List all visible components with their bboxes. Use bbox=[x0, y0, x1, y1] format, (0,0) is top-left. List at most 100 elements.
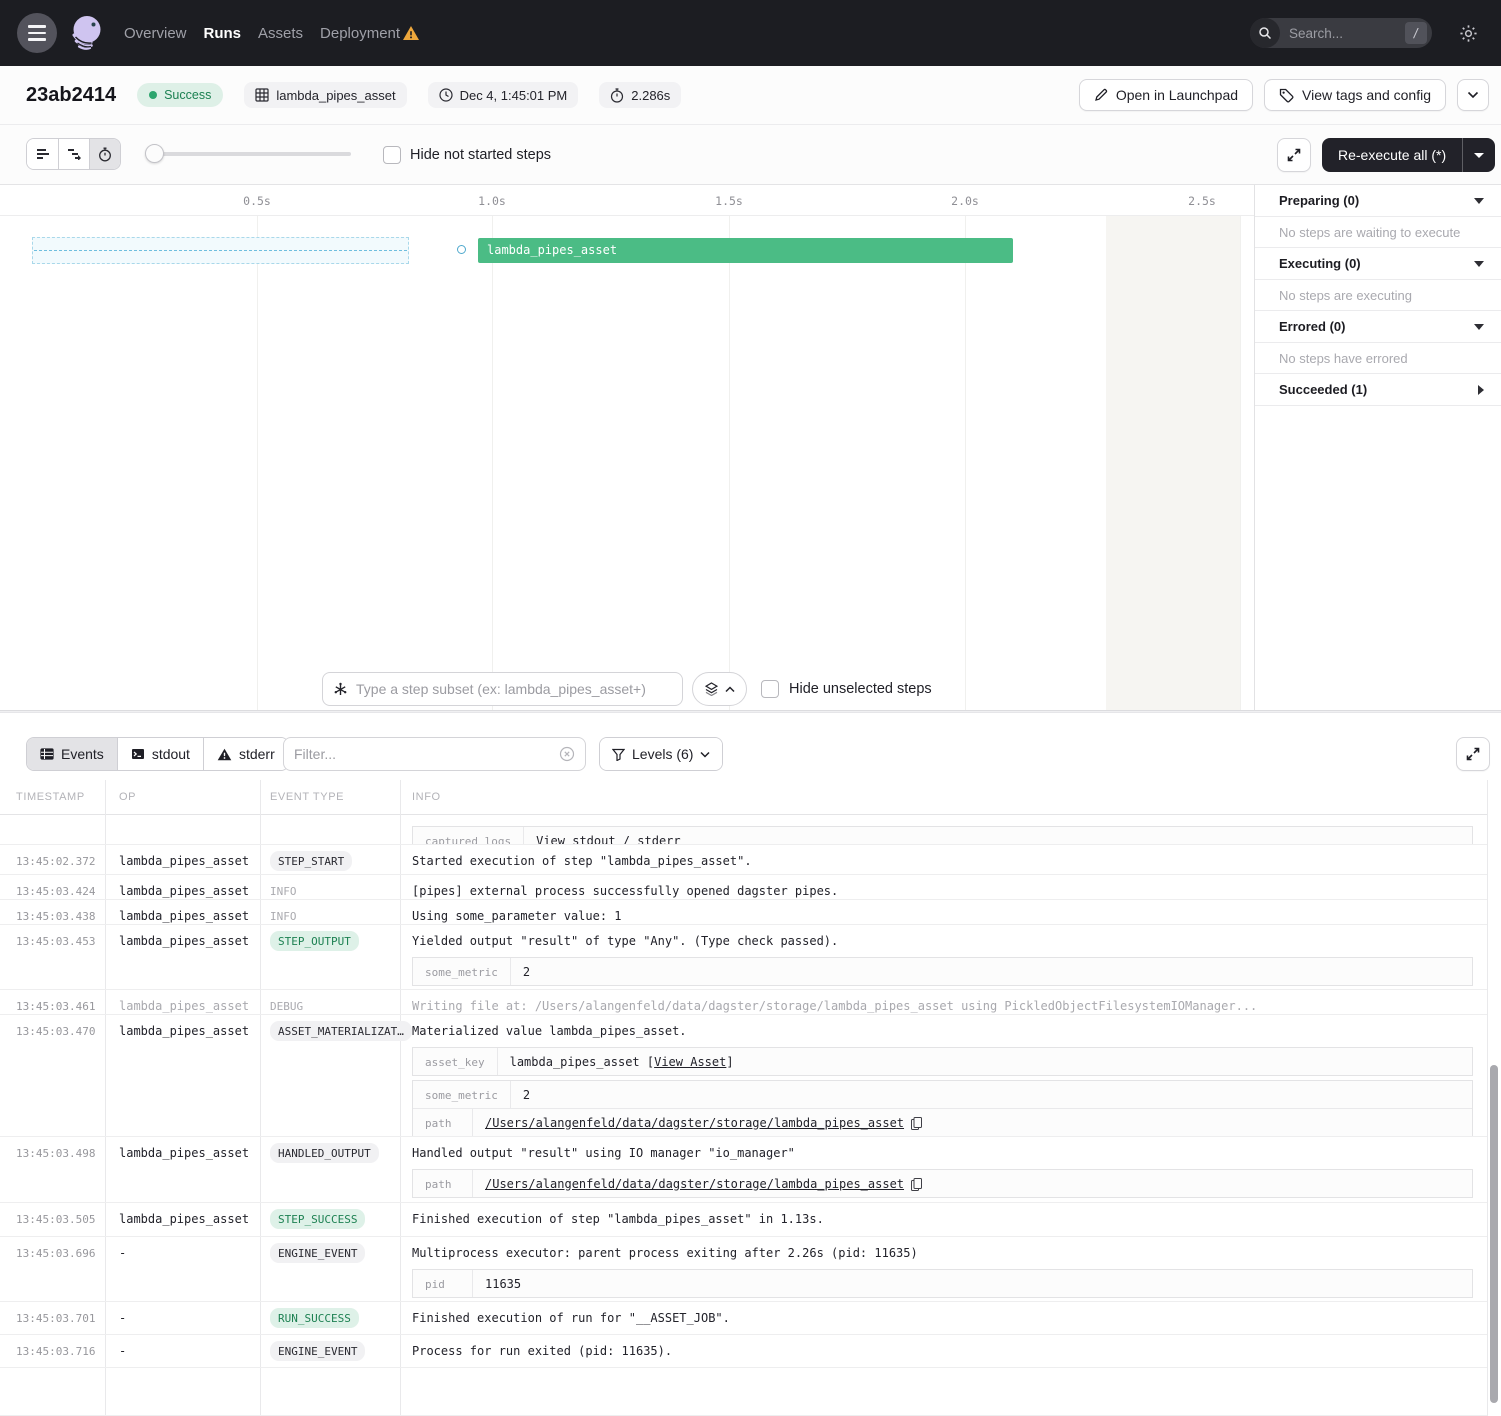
metadata-table: some_metric2 bbox=[412, 957, 1473, 986]
nav-item-overview[interactable]: Overview bbox=[124, 25, 187, 42]
event-type-cell: ASSET_MATERIALIZAT… bbox=[260, 1015, 400, 1137]
section-header-preparing[interactable]: Preparing (0) bbox=[1255, 185, 1501, 217]
op-cell: lambda_pipes_asset bbox=[105, 875, 260, 900]
view-tags-config-button[interactable]: View tags and config bbox=[1264, 79, 1446, 111]
metadata-link[interactable]: /Users/alangenfeld/data/dagster/storage/… bbox=[485, 1116, 904, 1130]
dagster-logo[interactable] bbox=[64, 11, 108, 55]
log-row: 13:45:03.498lambda_pipes_assetHANDLED_OU… bbox=[0, 1137, 1487, 1203]
expand-triangle-icon bbox=[1478, 385, 1484, 395]
metadata-row: path/Users/alangenfeld/data/dagster/stor… bbox=[413, 1108, 1472, 1136]
metadata-value: /Users/alangenfeld/data/dagster/storage/… bbox=[473, 1170, 934, 1197]
open-launchpad-button[interactable]: Open in Launchpad bbox=[1079, 79, 1253, 111]
op-cell: lambda_pipes_asset bbox=[105, 990, 260, 1015]
info-cell bbox=[400, 1368, 1487, 1415]
collapse-triangle-icon bbox=[1474, 198, 1484, 204]
timestamp-cell: 13:45:02.372 bbox=[0, 845, 105, 874]
metadata-key: some_metric bbox=[413, 958, 511, 985]
step-bar[interactable]: lambda_pipes_asset bbox=[478, 238, 1013, 263]
tab-stderr[interactable]: stderr bbox=[203, 738, 288, 770]
info-text: Multiprocess executor: parent process ex… bbox=[412, 1246, 1473, 1261]
event-type-cell: INFO bbox=[260, 875, 400, 900]
info-cell: Multiprocess executor: parent process ex… bbox=[400, 1237, 1487, 1302]
hide-unselected-label: Hide unselected steps bbox=[789, 681, 932, 697]
re-execute-split-button: Re-execute all (*) bbox=[1322, 138, 1495, 172]
view-mode-flat-button[interactable] bbox=[27, 139, 58, 169]
metadata-link[interactable]: stderr bbox=[637, 834, 680, 846]
clear-filter-icon[interactable] bbox=[559, 746, 575, 762]
top-nav: Overview Runs Assets Deployment Search..… bbox=[0, 0, 1501, 66]
settings-gear-button[interactable] bbox=[1459, 24, 1478, 43]
metadata-table: pid11635 bbox=[412, 1269, 1473, 1298]
info-cell: [pipes] external process successfully op… bbox=[400, 875, 1487, 900]
dagster-run-page: { "colors": { "accent_green": "#2da56e",… bbox=[0, 0, 1501, 1416]
events-table-icon bbox=[40, 748, 54, 760]
timestamp-cell: 13:45:03.470 bbox=[0, 1015, 105, 1137]
metadata-group: some_metric2 bbox=[412, 957, 1473, 986]
info-text: Handled output "result" using IO manager… bbox=[412, 1146, 1473, 1161]
tab-events[interactable]: Events bbox=[27, 738, 117, 770]
nav-item-deployment[interactable]: Deployment bbox=[320, 25, 400, 42]
gridline bbox=[492, 216, 493, 710]
event-type-cell: STEP_START bbox=[260, 845, 400, 874]
log-rows: captured_logsView stdout / stderr 13:45:0… bbox=[0, 815, 1487, 1416]
metadata-key: some_metric bbox=[413, 1081, 511, 1108]
timestamp-cell: 13:45:03.716 bbox=[0, 1335, 105, 1367]
copy-icon[interactable] bbox=[911, 1178, 922, 1191]
axis-tick-label: 2.5s bbox=[1188, 194, 1216, 208]
event-level-label: INFO bbox=[270, 881, 297, 898]
info-text: Yielded output "result" of type "Any". (… bbox=[412, 934, 1473, 949]
job-tag[interactable]: lambda_pipes_asset bbox=[244, 82, 406, 108]
copy-path-button[interactable] bbox=[911, 1178, 922, 1191]
slider-thumb[interactable] bbox=[145, 144, 164, 163]
menu-button[interactable] bbox=[17, 13, 57, 53]
view-mode-timed-button[interactable] bbox=[89, 139, 120, 169]
metadata-value: lambda_pipes_asset [View Asset] bbox=[498, 1048, 746, 1075]
copy-icon[interactable] bbox=[911, 1117, 922, 1130]
view-mode-waterfall-button[interactable] bbox=[58, 139, 89, 169]
more-run-actions-button[interactable] bbox=[1457, 79, 1489, 111]
nav-item-runs[interactable]: Runs bbox=[204, 25, 242, 42]
metadata-table: path/Users/alangenfeld/data/dagster/stor… bbox=[412, 1169, 1473, 1198]
tab-stdout[interactable]: stdout bbox=[117, 738, 203, 770]
metadata-group: captured_logsView stdout / stderr bbox=[412, 826, 1473, 845]
hide-unselected-checkbox[interactable] bbox=[761, 680, 779, 698]
graph-query-toggle-button[interactable] bbox=[692, 672, 747, 706]
step-subset-placeholder: Type a step subset (ex: lambda_pipes_ass… bbox=[356, 681, 646, 697]
metadata-row: captured_logsView stdout / stderr bbox=[413, 827, 1472, 845]
panel-split-handle[interactable] bbox=[0, 710, 1501, 713]
metadata-link[interactable]: View Asset bbox=[654, 1055, 726, 1069]
op-cell: lambda_pipes_asset bbox=[105, 1137, 260, 1202]
search-input[interactable]: Search... / bbox=[1250, 18, 1432, 48]
log-row: 13:45:03.701-RUN_SUCCESSFinished executi… bbox=[0, 1302, 1487, 1335]
step-subset-input[interactable]: Type a step subset (ex: lambda_pipes_ass… bbox=[322, 672, 683, 706]
section-header-errored[interactable]: Errored (0) bbox=[1255, 311, 1501, 343]
flat-gantt-icon bbox=[36, 148, 50, 160]
event-type-badge: ASSET_MATERIALIZAT… bbox=[270, 1021, 412, 1041]
levels-dropdown[interactable]: Levels (6) bbox=[600, 738, 722, 770]
gantt-zoom-slider[interactable] bbox=[146, 152, 351, 156]
metadata-link[interactable]: View stdout bbox=[536, 834, 615, 846]
timestamp-tag: Dec 4, 1:45:01 PM bbox=[428, 82, 579, 108]
metadata-link[interactable]: /Users/alangenfeld/data/dagster/storage/… bbox=[485, 1177, 904, 1191]
re-execute-button[interactable]: Re-execute all (*) bbox=[1322, 138, 1462, 172]
deployment-warning-icon[interactable] bbox=[402, 25, 420, 41]
chevron-down-icon bbox=[1467, 91, 1479, 99]
copy-path-button[interactable] bbox=[911, 1117, 922, 1130]
nav-item-assets[interactable]: Assets bbox=[258, 25, 303, 42]
filter-input[interactable]: Filter... bbox=[283, 737, 586, 771]
re-execute-caret-button[interactable] bbox=[1462, 138, 1495, 172]
search-placeholder: Search... bbox=[1289, 26, 1405, 41]
vertical-scrollbar-thumb[interactable] bbox=[1490, 1065, 1498, 1403]
gantt-axis: 0.5s1.0s1.5s2.0s2.5s bbox=[0, 185, 1254, 216]
metadata-group: pid11635 bbox=[412, 1269, 1473, 1298]
section-header-executing[interactable]: Executing (0) bbox=[1255, 248, 1501, 280]
section-header-succeeded[interactable]: Succeeded (1) bbox=[1255, 374, 1501, 406]
fullscreen-logs-button[interactable] bbox=[1456, 737, 1490, 771]
op-cell: lambda_pipes_asset bbox=[105, 1203, 260, 1236]
col-info: INFO bbox=[400, 791, 1487, 803]
fullscreen-gantt-button[interactable] bbox=[1277, 138, 1311, 172]
event-type-cell: ENGINE_EVENT bbox=[260, 1237, 400, 1302]
hide-not-started-checkbox[interactable] bbox=[383, 146, 401, 164]
event-type-cell bbox=[260, 1368, 400, 1415]
header-actions: Open in Launchpad View tags and config bbox=[1079, 79, 1489, 111]
